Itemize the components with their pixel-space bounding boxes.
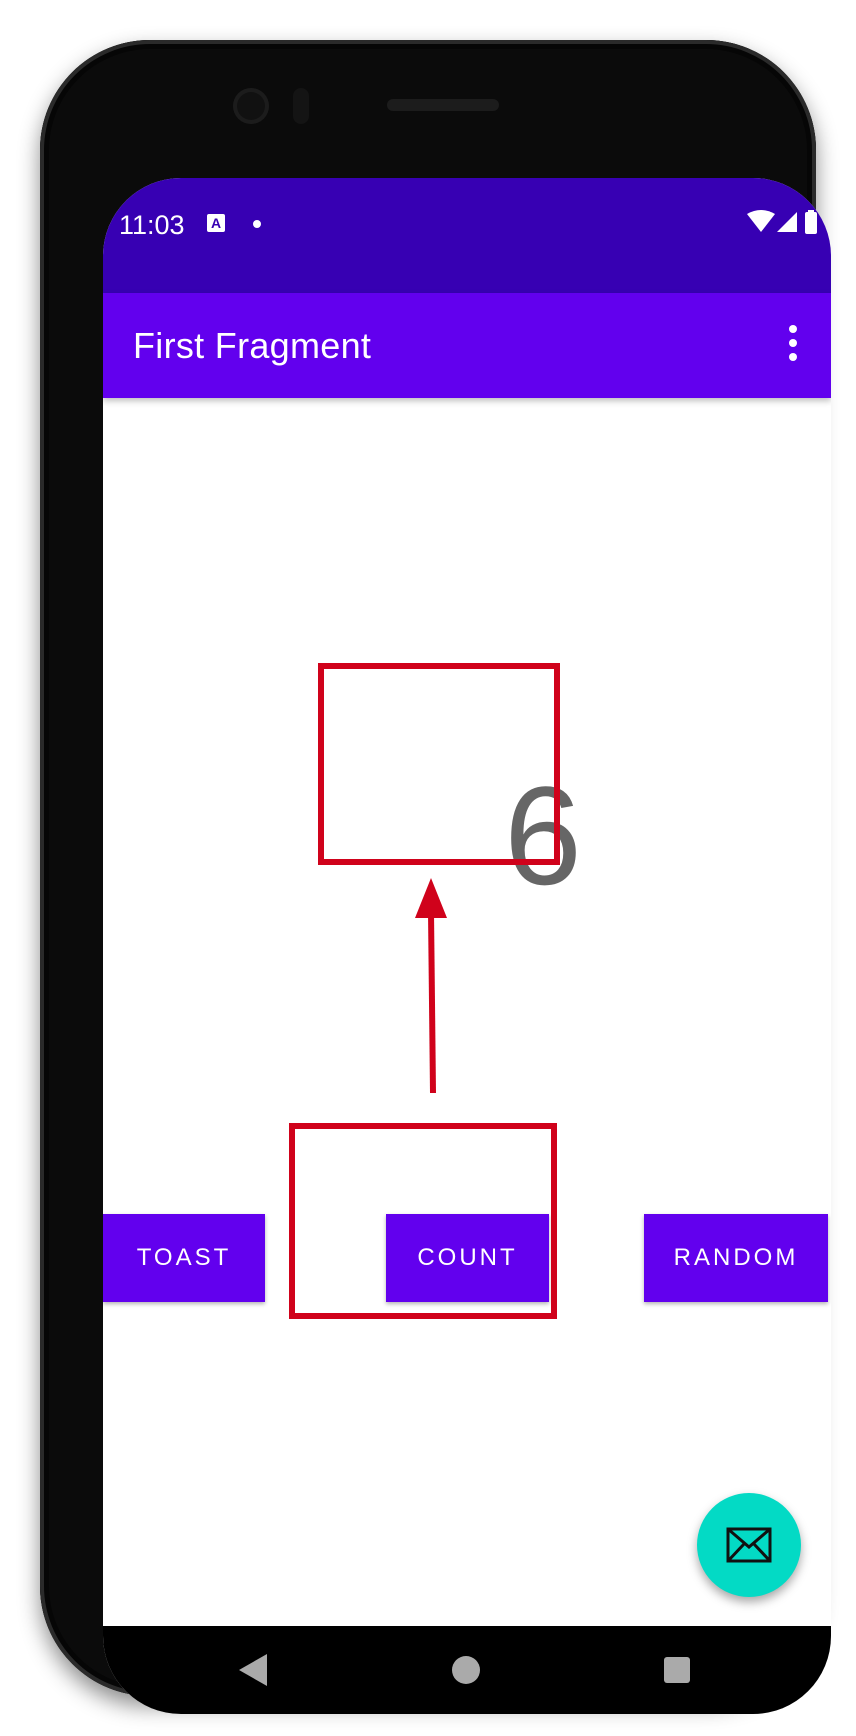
status-bar: 11:03 A (103, 178, 831, 293)
phone-frame: 11:03 A First Fragment 6 TOAST COUNT RAN… (40, 40, 831, 1714)
more-vert-icon[interactable] (785, 325, 801, 365)
back-icon[interactable] (239, 1654, 267, 1686)
app-bar: First Fragment (103, 293, 831, 398)
sensor (293, 88, 309, 124)
recents-icon[interactable] (664, 1657, 690, 1683)
notification-dot-icon (253, 220, 261, 228)
count-button[interactable]: COUNT (386, 1214, 549, 1302)
random-button[interactable]: RANDOM (644, 1214, 828, 1302)
count-textview: 6 (504, 757, 582, 914)
status-icons (747, 210, 819, 236)
email-fab[interactable] (697, 1493, 801, 1597)
toast-button[interactable]: TOAST (103, 1214, 265, 1302)
battery-icon (805, 212, 817, 234)
front-camera (233, 88, 269, 124)
app-title: First Fragment (133, 325, 372, 366)
device-screen: 11:03 A First Fragment 6 TOAST COUNT RAN… (103, 178, 831, 1714)
cell-signal-icon (777, 212, 797, 232)
wifi-icon (747, 210, 775, 232)
earpiece-speaker (387, 99, 499, 111)
notification-a-icon: A (207, 214, 225, 232)
status-time: 11:03 (119, 210, 185, 240)
home-icon[interactable] (452, 1656, 480, 1684)
navigation-bar (103, 1626, 831, 1714)
email-icon (726, 1527, 772, 1563)
